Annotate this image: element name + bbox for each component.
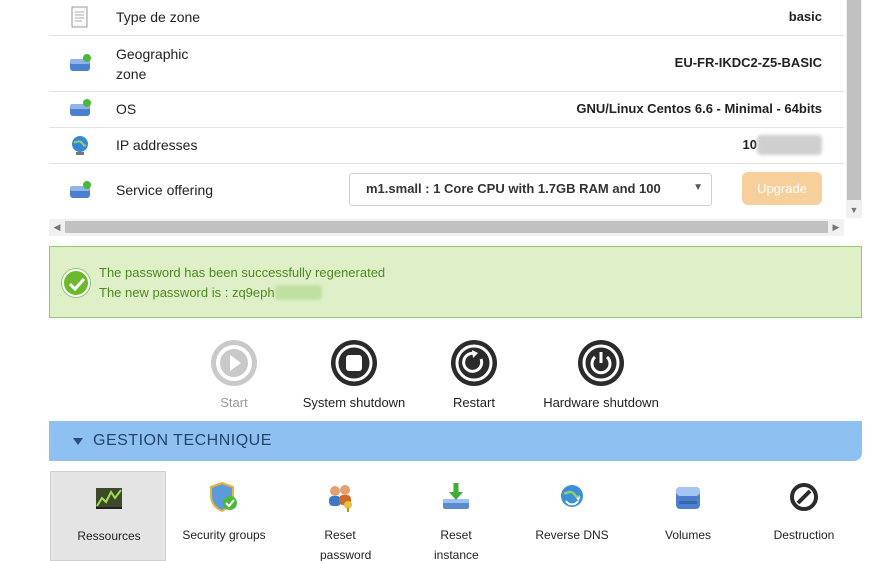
zone-type-label: Type de zone [116, 9, 201, 25]
tool-destruction[interactable]: Destruction [746, 471, 862, 561]
os-value: GNU/Linux Centos 6.6 - Minimal - 64bits [576, 101, 822, 116]
power-icon [577, 339, 625, 387]
ip-addresses-value: 10 [743, 135, 822, 155]
vertical-scrollbar[interactable]: ▼ [846, 0, 862, 218]
alert-message: The password has been successfully regen… [99, 265, 386, 280]
users-key-icon [324, 481, 356, 513]
zone-type-value: basic [788, 9, 822, 24]
collapse-triangle-icon[interactable] [73, 438, 83, 445]
forbidden-icon [788, 481, 820, 513]
upgrade-button[interactable]: Upgrade [742, 172, 822, 205]
reset-instance-icon [440, 481, 472, 513]
service-offering-select[interactable]: m1.small : 1 Core CPU with 1.7GB RAM and… [349, 173, 712, 206]
restart-button[interactable]: Restart [404, 339, 544, 410]
section-title: GESTION TECHNIQUE [93, 432, 272, 449]
vertical-scrollbar-thumb[interactable] [847, 0, 861, 200]
server-icon [69, 98, 91, 120]
tool-security-groups[interactable]: Security groups [166, 471, 282, 561]
system-shutdown-button[interactable]: System shutdown [284, 339, 424, 410]
server-icon [69, 53, 91, 75]
service-offering-label: Service offering [116, 182, 214, 198]
start-button: Start [164, 339, 304, 410]
password-redacted [274, 285, 322, 300]
tool-label: Security groups [182, 528, 266, 542]
geographic-zone-value: EU-FR-IKDC2-Z5-BASIC [674, 55, 822, 70]
server-icon [69, 180, 91, 202]
password-success-alert: The password has been successfully regen… [49, 246, 862, 318]
tool-ressources[interactable]: Ressources [50, 471, 166, 561]
tool-reset-password[interactable]: Reset password [282, 471, 398, 561]
system-shutdown-label: System shutdown [302, 395, 406, 410]
tool-reset-instance[interactable]: Reset instance [398, 471, 514, 561]
os-label: OS [116, 101, 137, 117]
gestion-technique-header[interactable]: GESTION TECHNIQUE [49, 421, 862, 461]
details-panel: Type de zone basic Geographic zone EU-FR… [49, 0, 862, 236]
tool-label: Ressources [77, 529, 141, 543]
ip-redacted [756, 135, 822, 155]
shield-icon [208, 481, 240, 513]
document-icon [69, 6, 91, 28]
scroll-left-arrow-icon[interactable]: ◀ [49, 219, 65, 236]
stop-icon [330, 339, 378, 387]
hardware-shutdown-button[interactable]: Hardware shutdown [531, 339, 671, 410]
disk-icon [672, 481, 704, 513]
tool-label: Reset password [320, 528, 372, 561]
chart-icon [93, 482, 125, 514]
row-zone-type: Type de zone basic [49, 0, 844, 36]
tool-reverse-dns[interactable]: Reverse DNS [514, 471, 630, 561]
tool-label: Destruction [773, 528, 835, 542]
alert-password-text: The new password is : zq9eph [99, 285, 275, 300]
horizontal-scrollbar-thumb[interactable] [65, 221, 828, 233]
restart-label: Restart [453, 395, 495, 410]
ip-visible-prefix: 10 [742, 137, 757, 152]
restart-icon [450, 339, 498, 387]
play-icon [210, 339, 258, 387]
row-geographic-zone: Geographic zone EU-FR-IKDC2-Z5-BASIC [49, 36, 844, 92]
details-rows: Type de zone basic Geographic zone EU-FR… [49, 0, 844, 218]
checkmark-icon [62, 269, 90, 297]
start-label: Start [220, 395, 248, 410]
tool-label: Reset instance [434, 528, 479, 561]
geographic-zone-label-line1: Geographic [116, 46, 189, 62]
row-ip-addresses: IP addresses 10 [49, 128, 844, 164]
ip-addresses-label: IP addresses [116, 137, 198, 153]
tool-volumes[interactable]: Volumes [630, 471, 746, 561]
globe-dns-icon [556, 481, 588, 513]
row-os: OS GNU/Linux Centos 6.6 - Minimal - 64bi… [49, 92, 844, 128]
service-offering-selected: m1.small : 1 Core CPU with 1.7GB RAM and… [366, 181, 661, 196]
scroll-right-arrow-icon[interactable]: ▶ [828, 219, 844, 236]
tool-label: Reverse DNS [535, 528, 609, 542]
chevron-down-icon: ▼ [693, 182, 703, 193]
hardware-shutdown-label: Hardware shutdown [543, 395, 659, 410]
geographic-zone-label-line2: zone [116, 66, 147, 82]
scroll-down-arrow-icon[interactable]: ▼ [846, 202, 862, 218]
globe-icon [69, 134, 91, 156]
geographic-zone-label: Geographic zone [116, 44, 188, 84]
alert-password-line: The new password is : zq9eph [99, 285, 322, 300]
row-service-offering: Service offering m1.small : 1 Core CPU w… [49, 164, 844, 218]
horizontal-scrollbar[interactable]: ◀ ▶ [49, 219, 844, 236]
tool-label: Volumes [664, 528, 712, 542]
